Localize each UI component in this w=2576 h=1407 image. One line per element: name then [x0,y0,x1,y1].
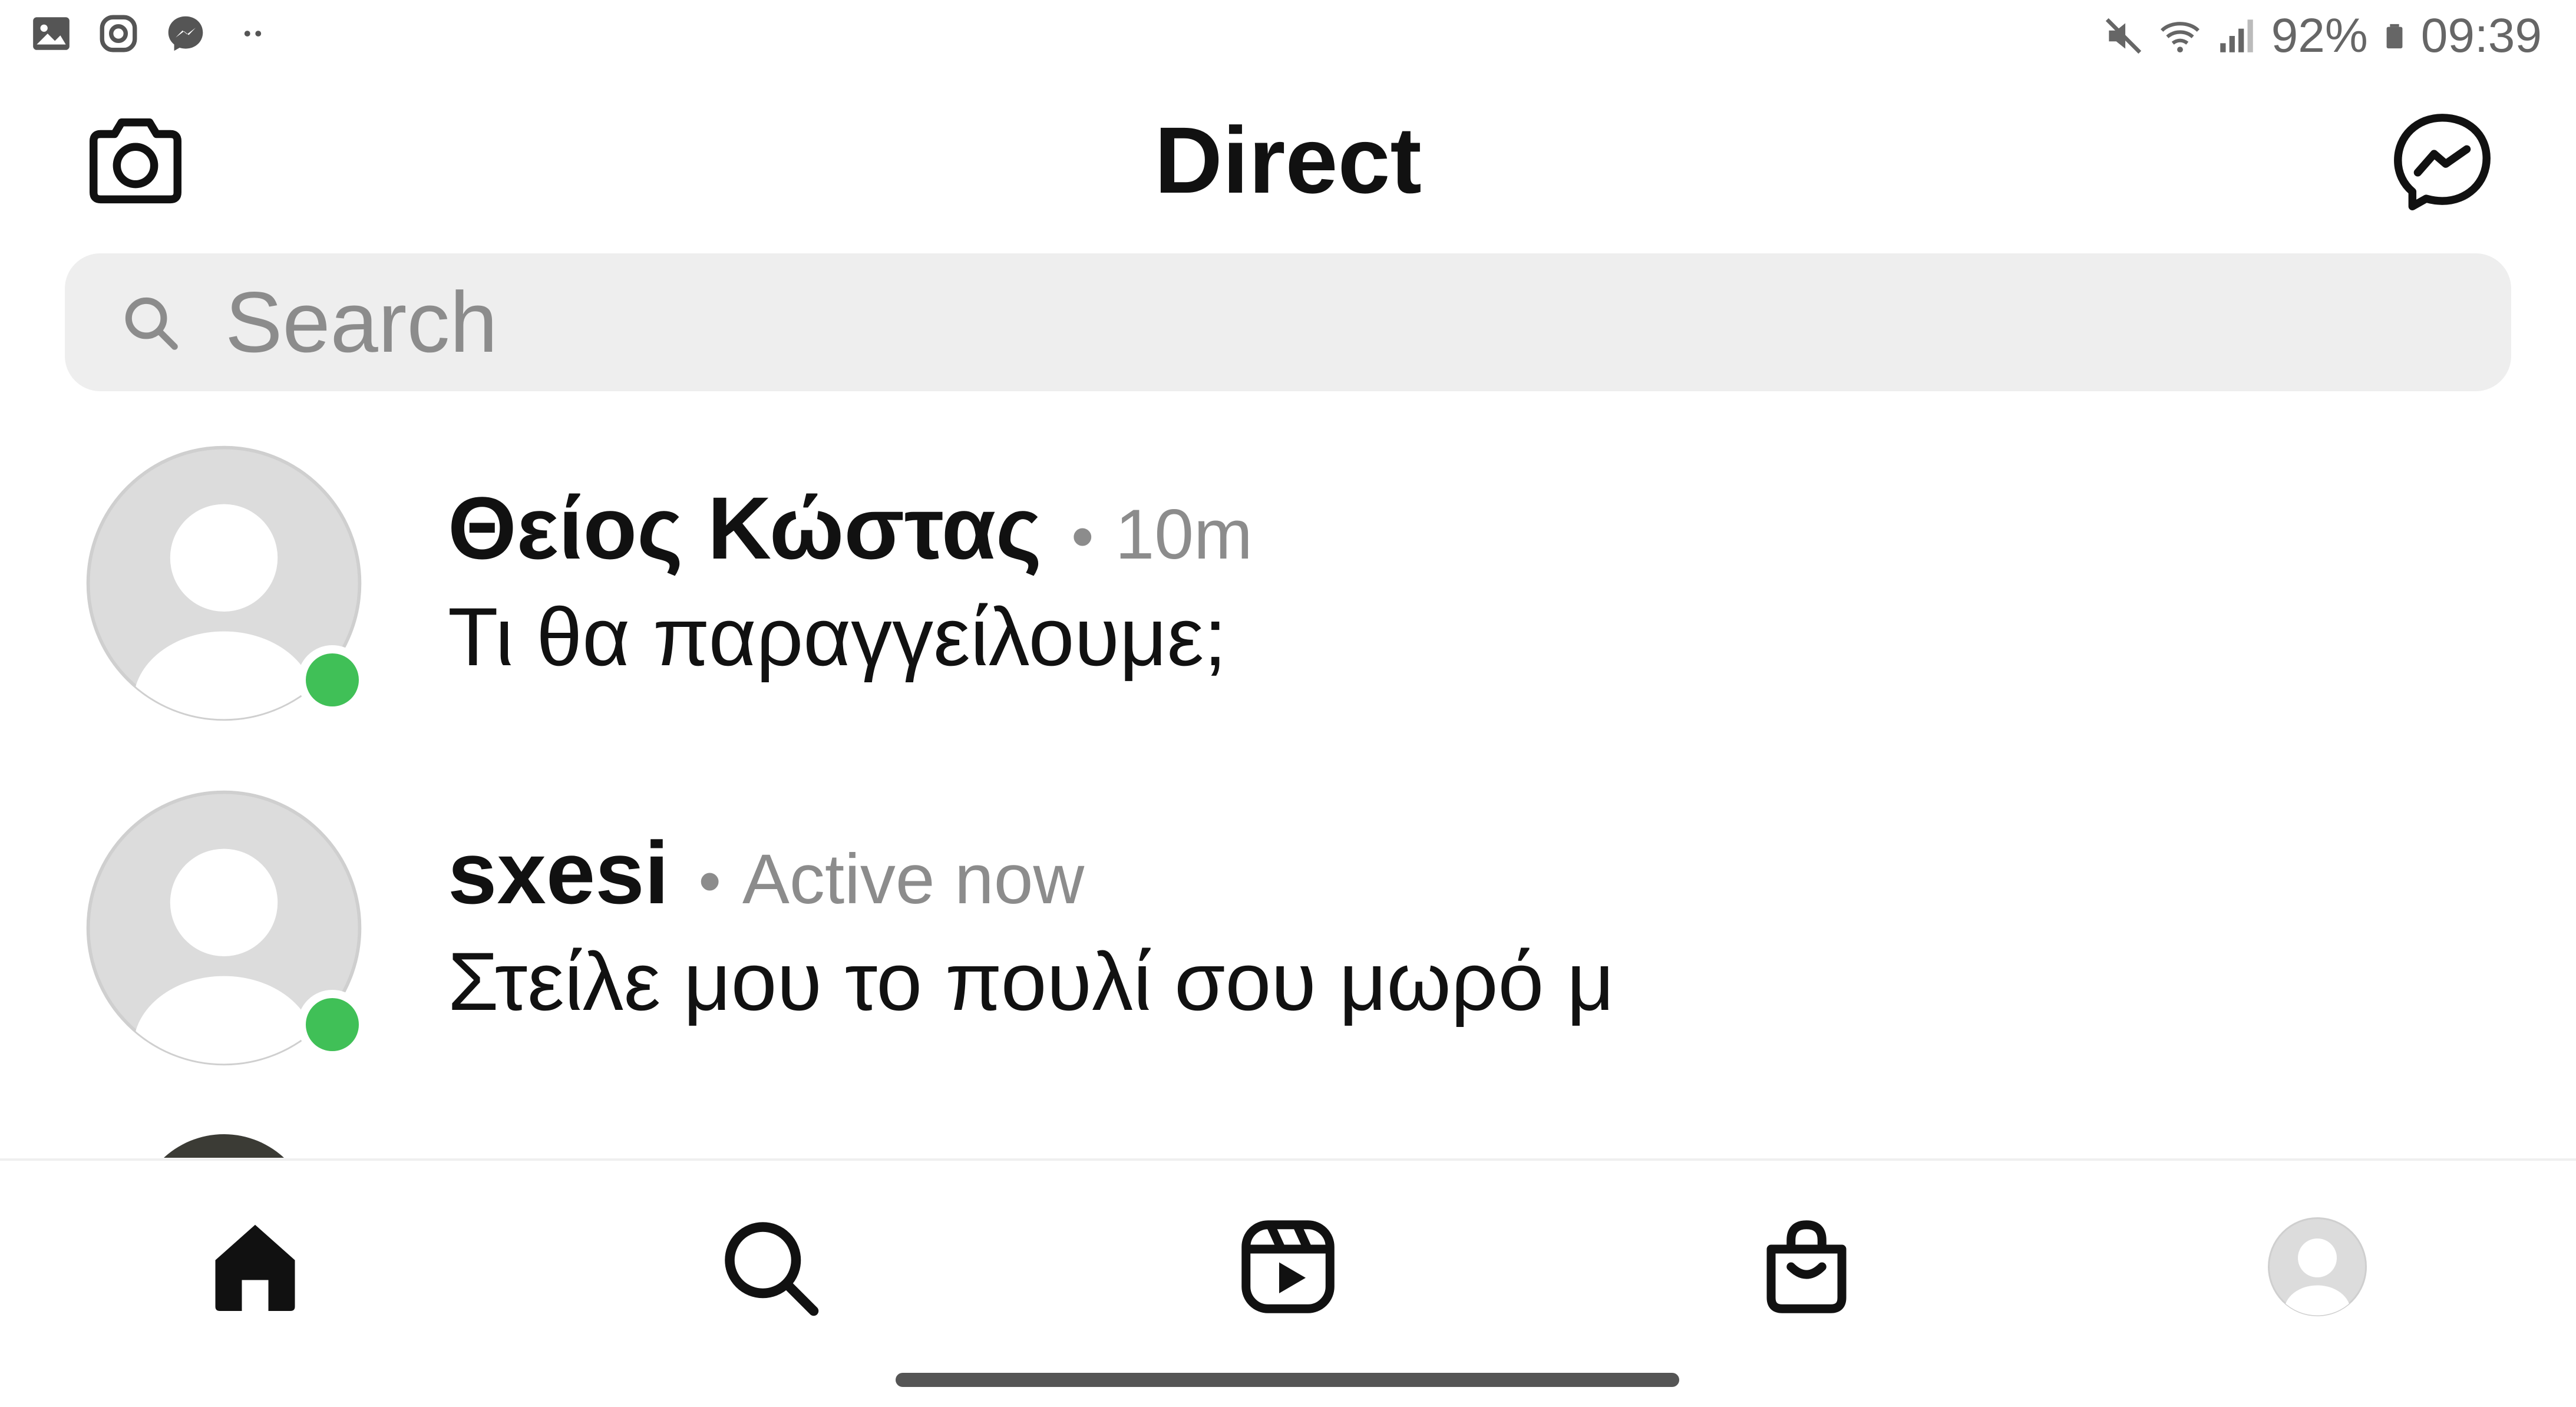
mute-icon [2105,18,2141,54]
instagram-icon [100,15,137,52]
separator-dot: • [698,845,721,917]
message-preview: Στείλε μου το πουλί σου μωρό μ [448,935,1614,1028]
wifi-icon [2160,22,2199,53]
gallery-icon [33,17,70,50]
signal-icon [2220,19,2253,52]
message-preview: Τι θα παραγγείλουμε; [448,590,1227,683]
contact-name: sxesi [448,823,669,922]
tab-reels[interactable] [1229,1208,1347,1326]
home-icon [215,1224,295,1311]
profile-avatar-icon [2268,1217,2367,1316]
conversation-row[interactable]: sxesi • Active now Στείλε μου το πουλί σ… [0,787,2576,1105]
contact-name: Θείος Κώστας [448,478,1042,577]
conversation-row[interactable]: Θείος Κώστας • 10m Τι θα παραγγείλουμε; [0,442,2576,760]
avatar [82,787,367,1069]
bottom-tab-bar [0,1158,2576,1407]
more-dots-icon [244,31,262,37]
last-activity: Active now [742,840,1085,919]
tab-home[interactable] [196,1208,314,1326]
conversation-header: Θείος Κώστας • 10m [448,477,1253,579]
reels-icon [1241,1220,1335,1313]
partial-avatar[interactable] [136,1134,312,1158]
page-title: Direct [1154,107,1422,213]
online-status-dot [298,645,367,715]
clock: 09:39 [2420,9,2542,62]
search-bar[interactable] [65,253,2511,391]
battery-percent: 92% [2271,9,2368,62]
search-icon [725,1222,819,1316]
status-bar-notifications [29,12,275,55]
tab-search[interactable] [711,1208,828,1326]
direct-inbox-screen: 92% 09:39 Direct Search Θείος Κώστας • 1… [0,0,2576,1407]
status-bar: 92% 09:39 [0,0,2576,74]
online-status-dot [298,990,367,1059]
separator-dot: • [1071,500,1094,573]
messenger-button[interactable] [2386,106,2498,218]
battery-icon [2386,24,2403,49]
messenger-icon [168,16,203,51]
header: Direct [0,88,2576,230]
tab-profile[interactable] [2258,1208,2376,1326]
last-activity: 10m [1115,495,1253,574]
search-input[interactable] [224,272,2347,372]
conversation-header: sxesi • Active now [448,822,1084,924]
tab-shop[interactable] [1748,1208,1865,1326]
shop-bag-icon [1766,1220,1847,1313]
home-indicator[interactable] [896,1373,1679,1387]
messenger-icon [2394,114,2491,210]
avatar [82,442,367,725]
status-bar-system: 92% 09:39 [2102,8,2542,64]
search-icon [125,297,178,350]
